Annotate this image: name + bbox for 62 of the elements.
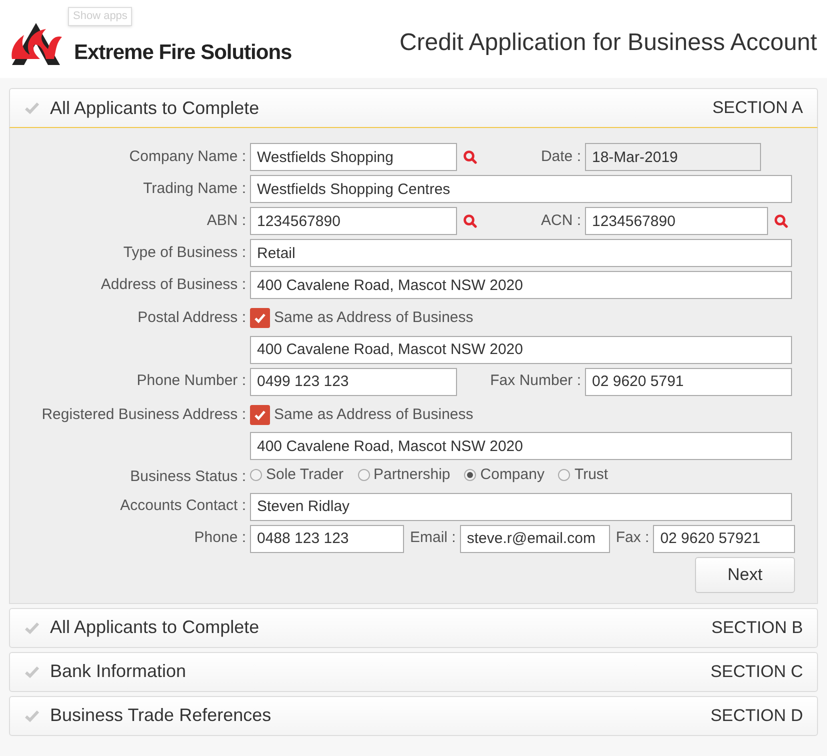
section-title: Business Trade References xyxy=(50,704,272,727)
radio-option[interactable]: Trust xyxy=(558,464,608,486)
section-label: SECTION C xyxy=(710,660,803,683)
section-header[interactable]: Bank Information SECTION C xyxy=(9,652,818,692)
field-label: ABN : xyxy=(206,210,247,231)
field-label: Phone Number : xyxy=(136,371,247,392)
checkmark-icon xyxy=(253,311,267,326)
input-field[interactable]: Steven Ridlay xyxy=(250,492,792,520)
field-label: Registered Business Address : xyxy=(40,404,247,424)
checkbox-label: Same as Address of Business xyxy=(274,308,474,328)
field-label: Business Status : xyxy=(129,467,247,487)
field-label: Address of Business : xyxy=(100,274,247,295)
brand-name: Extreme Fire Solutions xyxy=(74,42,292,63)
search-icon[interactable] xyxy=(463,214,477,228)
search-icon[interactable] xyxy=(463,150,477,164)
input-field[interactable]: 02 9620 5791 xyxy=(585,368,792,396)
radio-option[interactable]: Company xyxy=(464,464,544,486)
field-label: Fax : xyxy=(614,528,650,548)
field-label: Phone : xyxy=(193,528,247,548)
input-field[interactable]: 400 Cavalene Road, Mascot NSW 2020 xyxy=(250,271,792,299)
input-field[interactable]: 400 Cavalene Road, Mascot NSW 2020 xyxy=(250,336,792,364)
section-header[interactable]: Business Trade References SECTION D xyxy=(9,696,818,736)
section-label: SECTION A xyxy=(712,97,803,120)
input-field[interactable]: 0499 123 123 xyxy=(250,368,457,396)
input-field[interactable]: 02 9620 57921 xyxy=(653,524,796,552)
next-button[interactable]: Next xyxy=(695,556,795,592)
section-label: SECTION B xyxy=(711,616,803,639)
input-field[interactable]: Westfields Shopping xyxy=(250,143,457,171)
section-title: All Applicants to Complete xyxy=(50,96,260,120)
field-label: Date : xyxy=(540,146,582,167)
field-label: ACN : xyxy=(540,210,582,231)
checkbox[interactable] xyxy=(250,308,270,328)
section-label: SECTION D xyxy=(710,704,803,727)
input-field[interactable]: 1234567890 xyxy=(250,207,457,235)
field-label: Email : xyxy=(409,528,457,548)
input-field[interactable]: Westfields Shopping Centres xyxy=(250,175,792,203)
page-title: Credit Application for Business Account xyxy=(399,28,817,58)
field-label: Type of Business : xyxy=(122,242,247,263)
checkbox-label: Same as Address of Business xyxy=(274,404,474,424)
date-field[interactable]: 18-Mar-2019 xyxy=(585,143,761,171)
section-title: All Applicants to Complete xyxy=(50,616,260,639)
checkbox[interactable] xyxy=(250,404,270,425)
field-label: Company Name : xyxy=(128,146,247,167)
input-field[interactable]: 400 Cavalene Road, Mascot NSW 2020 xyxy=(250,432,792,460)
field-label: Postal Address : xyxy=(136,308,247,328)
check-icon xyxy=(24,708,40,722)
input-field[interactable]: Retail xyxy=(250,239,792,267)
section-title: Bank Information xyxy=(50,660,186,683)
radio-option[interactable]: Partnership xyxy=(358,464,450,486)
radio-option[interactable]: Sole Trader xyxy=(250,464,344,486)
input-field[interactable]: 1234567890 xyxy=(585,207,768,235)
section-header[interactable]: All Applicants to Complete SECTION A xyxy=(9,88,818,128)
section-header[interactable]: All Applicants to Complete SECTION B xyxy=(9,608,818,648)
search-icon[interactable] xyxy=(774,214,788,228)
field-label: Accounts Contact : xyxy=(119,496,247,516)
check-icon xyxy=(24,101,40,115)
input-field[interactable]: 0488 123 123 xyxy=(250,524,404,552)
input-field[interactable]: steve.r@email.com xyxy=(460,524,610,552)
check-icon xyxy=(24,620,40,634)
field-label: Trading Name : xyxy=(142,178,247,199)
check-icon xyxy=(24,664,40,678)
field-label: Fax Number : xyxy=(489,371,582,392)
